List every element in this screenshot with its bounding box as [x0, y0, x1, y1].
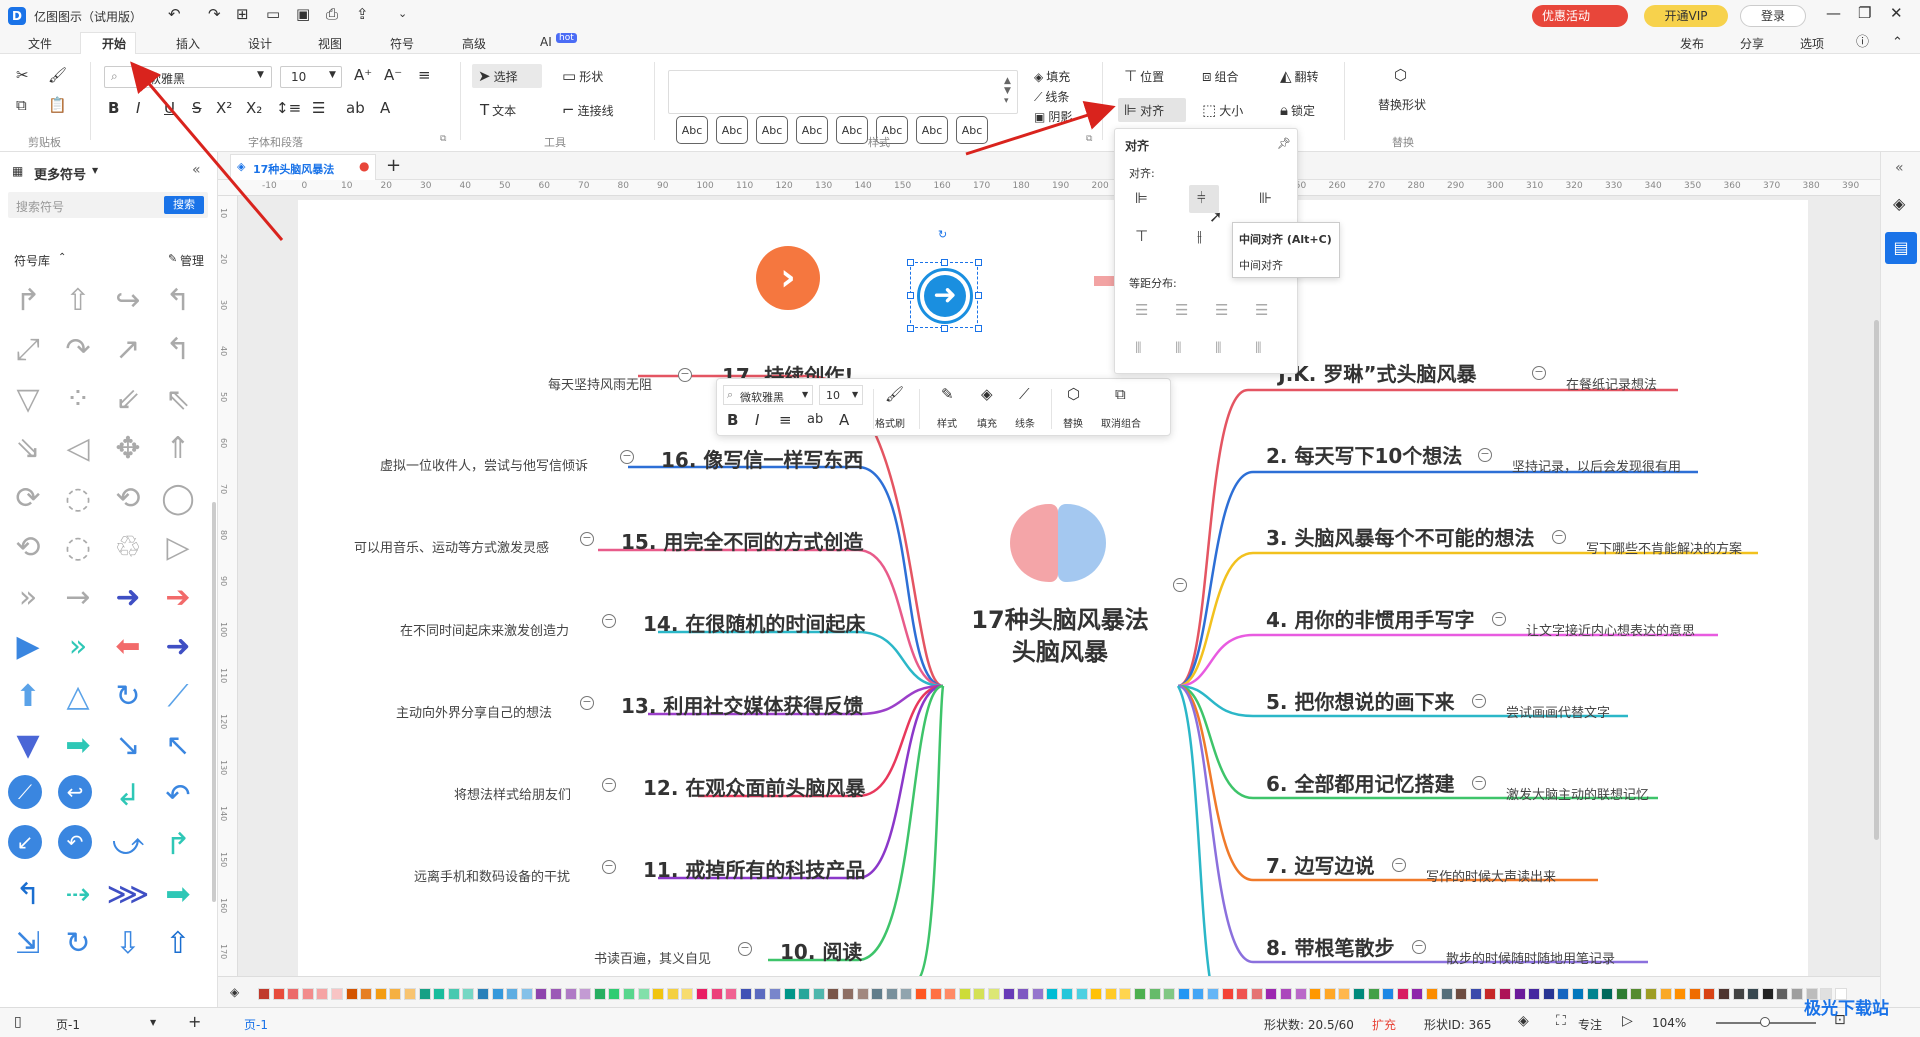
- annotation-arrow-align: [965, 101, 1116, 156]
- annotation-arrows: [130, 61, 1116, 241]
- annotation-arrow-home: [130, 61, 284, 241]
